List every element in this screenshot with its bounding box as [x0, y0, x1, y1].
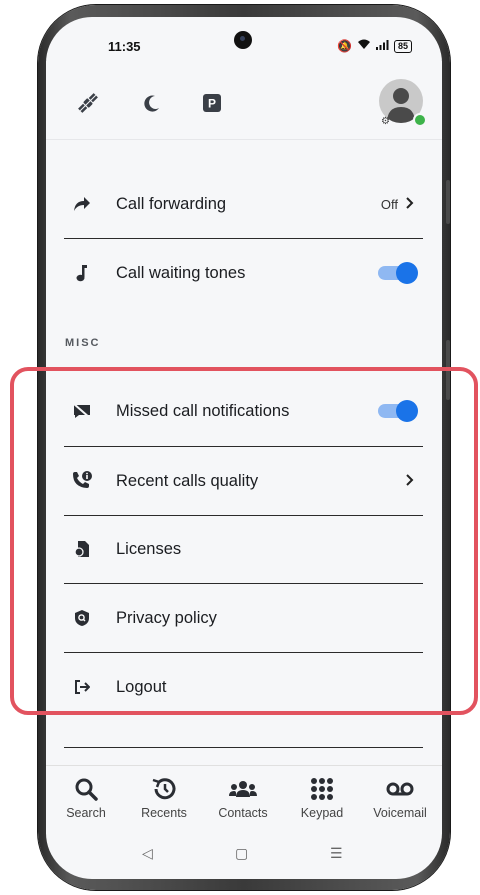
- bottom-nav: Search Recents Contacts Keypad Voicemail: [46, 765, 442, 834]
- contacts-icon: [205, 772, 281, 806]
- nav-contacts-label: Contacts: [218, 806, 268, 820]
- status-icons: 🔕 85: [337, 39, 412, 53]
- divider: [64, 747, 423, 748]
- nav-voicemail[interactable]: Voicemail: [362, 772, 438, 820]
- nav-voicemail-label: Voicemail: [373, 806, 427, 820]
- battery-indicator: 85: [393, 39, 412, 53]
- front-camera: [234, 31, 252, 49]
- back-icon[interactable]: ◁: [142, 845, 153, 862]
- section-header-misc: MISC: [65, 337, 101, 349]
- voicemail-icon: [362, 772, 438, 806]
- wifi-icon: [357, 39, 371, 53]
- call-forwarding-value: Off: [380, 196, 398, 212]
- satellite-icon[interactable]: [74, 91, 102, 115]
- parking-icon[interactable]: P: [198, 91, 226, 115]
- nav-keypad-label: Keypad: [300, 806, 344, 820]
- highlight-box: [10, 367, 478, 715]
- status-time: 11:35: [108, 39, 141, 54]
- top-bar: P ⚙: [46, 61, 442, 140]
- mute-icon: 🔕: [337, 39, 352, 53]
- call-forwarding-label: Call forwarding: [116, 194, 227, 213]
- nav-keypad[interactable]: Keypad: [284, 772, 360, 820]
- menu-icon[interactable]: ☰: [330, 845, 343, 862]
- forward-arrow-icon: [64, 196, 100, 212]
- volume-button: [446, 180, 450, 224]
- nav-recents-label: Recents: [141, 806, 187, 820]
- svg-text:P: P: [208, 97, 216, 111]
- home-icon[interactable]: ▢: [235, 845, 248, 862]
- nav-search-label: Search: [66, 806, 106, 820]
- chevron-right-icon: [406, 196, 414, 212]
- presence-indicator: [413, 113, 427, 127]
- nav-contacts[interactable]: Contacts: [205, 772, 281, 820]
- status-bar: 11:35 🔕 85: [46, 17, 442, 61]
- call-forwarding-value-group: Off: [381, 197, 414, 212]
- call-waiting-row[interactable]: Call waiting tones: [64, 258, 422, 288]
- search-icon: [48, 772, 124, 806]
- settings-gear-icon: ⚙: [381, 116, 390, 127]
- signal-icon: [375, 39, 389, 53]
- call-waiting-toggle-wrap: [378, 262, 418, 284]
- call-waiting-label: Call waiting tones: [116, 263, 246, 282]
- system-navigation-bar: ◁ ▢ ☰: [46, 835, 442, 879]
- call-waiting-toggle[interactable]: [378, 262, 418, 284]
- keypad-icon: [284, 772, 360, 806]
- music-note-icon: [64, 264, 100, 282]
- history-icon: [126, 772, 202, 806]
- call-forwarding-row[interactable]: Call forwarding Off: [64, 189, 422, 219]
- divider: [64, 238, 423, 239]
- moon-icon[interactable]: [138, 91, 166, 115]
- nav-recents[interactable]: Recents: [126, 772, 202, 820]
- nav-search[interactable]: Search: [48, 772, 124, 820]
